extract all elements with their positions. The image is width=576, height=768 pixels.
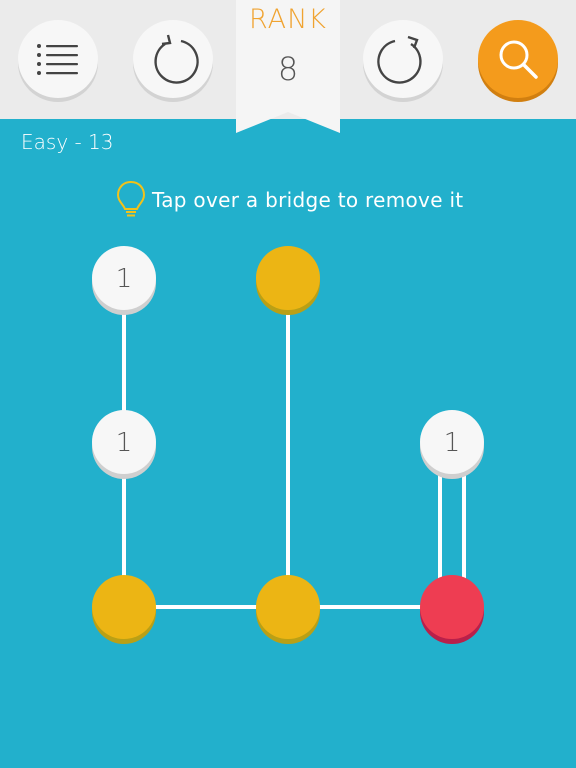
island-node-n4[interactable]: 1 xyxy=(420,410,484,479)
island-node-n7[interactable] xyxy=(420,575,484,644)
island-circle[interactable] xyxy=(92,575,156,639)
island-count-label: 1 xyxy=(444,428,461,458)
island-node-n5[interactable] xyxy=(92,575,156,644)
island-node-n6[interactable] xyxy=(256,575,320,644)
island-node-n3[interactable]: 1 xyxy=(92,410,156,479)
island-node-n2[interactable] xyxy=(256,246,320,315)
puzzle-board[interactable]: 1 1 1 xyxy=(0,0,576,768)
island-circle[interactable] xyxy=(256,575,320,639)
island-count-label: 1 xyxy=(116,428,133,458)
island-circle[interactable] xyxy=(256,246,320,310)
island-count-label: 1 xyxy=(116,264,133,294)
island-circle[interactable] xyxy=(420,575,484,639)
island-node-n1[interactable]: 1 xyxy=(92,246,156,315)
